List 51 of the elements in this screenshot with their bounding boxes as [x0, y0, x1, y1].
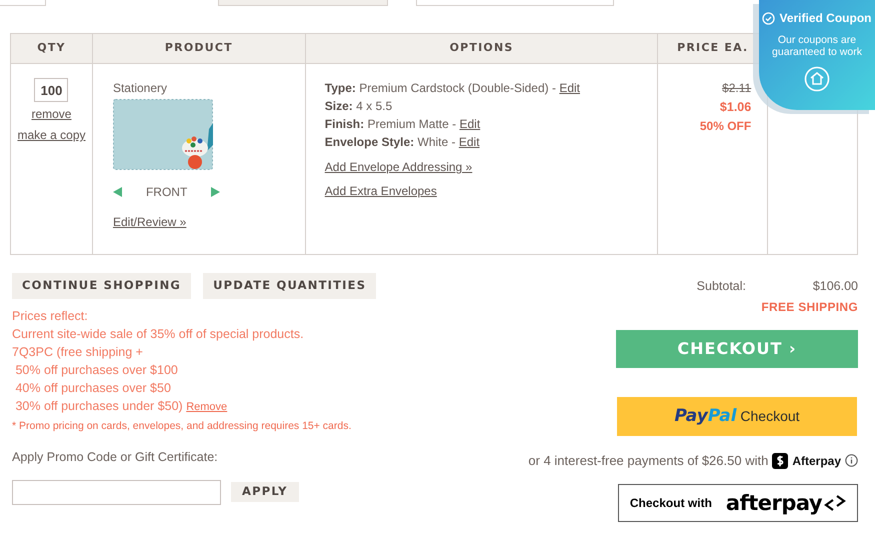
subtotal-label: Subtotal:: [696, 278, 746, 295]
cart-link[interactable]: make a copy: [17, 128, 86, 142]
option-link[interactable]: Add Envelope Addressing »: [324, 160, 472, 174]
info-icon[interactable]: [845, 454, 858, 467]
side-label: FRONT: [146, 184, 188, 201]
promo-note: 30% off purchases under $50): [14, 399, 183, 413]
edit-link[interactable]: Edit: [458, 135, 480, 149]
cart-link[interactable]: remove: [31, 107, 72, 121]
column-header: PRICE EA.: [677, 41, 748, 54]
product-name: Stationery: [112, 80, 168, 97]
promo-footnote: * Promo pricing on cards, envelopes, and addressing requires 15+ cards.: [12, 419, 352, 434]
shipping-status: FREE SHIPPING: [761, 298, 858, 316]
previous-arrow-icon[interactable]: [112, 187, 122, 197]
promo-code-label: Apply Promo Code or Gift Certificate:: [12, 448, 219, 466]
promo-code-field[interactable]: [12, 480, 221, 504]
paypal-checkout-button[interactable]: PayPal Checkout: [617, 396, 857, 436]
edit-review-link[interactable]: Edit/Review »: [112, 215, 186, 229]
cart-action-button[interactable]: UPDATE QUANTITIES: [203, 273, 376, 299]
installments-note: or 4 interest-free payments of $26.50 with: [528, 452, 768, 470]
column-header: PRODUCT: [164, 41, 233, 54]
option-text: Envelope Style: White -: [324, 135, 456, 149]
afterpay-checkout-button[interactable]: Checkout with afterpay: [618, 484, 858, 522]
house-icon[interactable]: [804, 66, 830, 92]
promo-note: 40% off purchases over $50: [14, 381, 171, 395]
check-icon: [762, 12, 776, 24]
subtotal-value: $106.00: [812, 278, 858, 295]
next-arrow-icon[interactable]: [211, 187, 220, 197]
edit-link[interactable]: Edit: [459, 117, 480, 131]
discount-label: 50% OFF: [700, 118, 752, 133]
option-text: Finish: Premium Matte -: [324, 117, 456, 131]
column-header: OPTIONS: [450, 41, 514, 54]
option-link[interactable]: Add Extra Envelopes: [324, 184, 437, 198]
promo-note: Prices reflect:: [12, 309, 88, 323]
column-header: QTY: [37, 41, 66, 54]
coupon-message: Our coupons are guaranteed to work: [771, 34, 863, 58]
sale-price: $1.06: [720, 100, 752, 114]
afterpay-arrows-icon: [824, 495, 846, 512]
promo-note: 50% off purchases over $100: [14, 363, 178, 377]
coupon-title: Verified Coupon: [779, 10, 872, 27]
original-price: $2.11: [722, 81, 752, 95]
option-text: Size: 4 x 5.5: [324, 99, 392, 113]
option-text: Type: Premium Cardstock (Double-Sided) -: [324, 81, 556, 95]
afterpay-logo-icon: [772, 452, 788, 468]
cart-action-button[interactable]: CONTINUE SHOPPING: [12, 273, 192, 299]
afterpay-label: Afterpay: [792, 452, 841, 470]
promo-note: Current site-wide sale of 35% off of special products.: [12, 327, 304, 341]
promo-note: 7Q3PC (free shipping +: [12, 345, 143, 359]
apply-button[interactable]: APPLY: [231, 482, 299, 502]
quantity-field[interactable]: 100: [34, 78, 68, 102]
edit-link[interactable]: Edit: [559, 81, 580, 95]
tab-outline: [0, 0, 46, 6]
